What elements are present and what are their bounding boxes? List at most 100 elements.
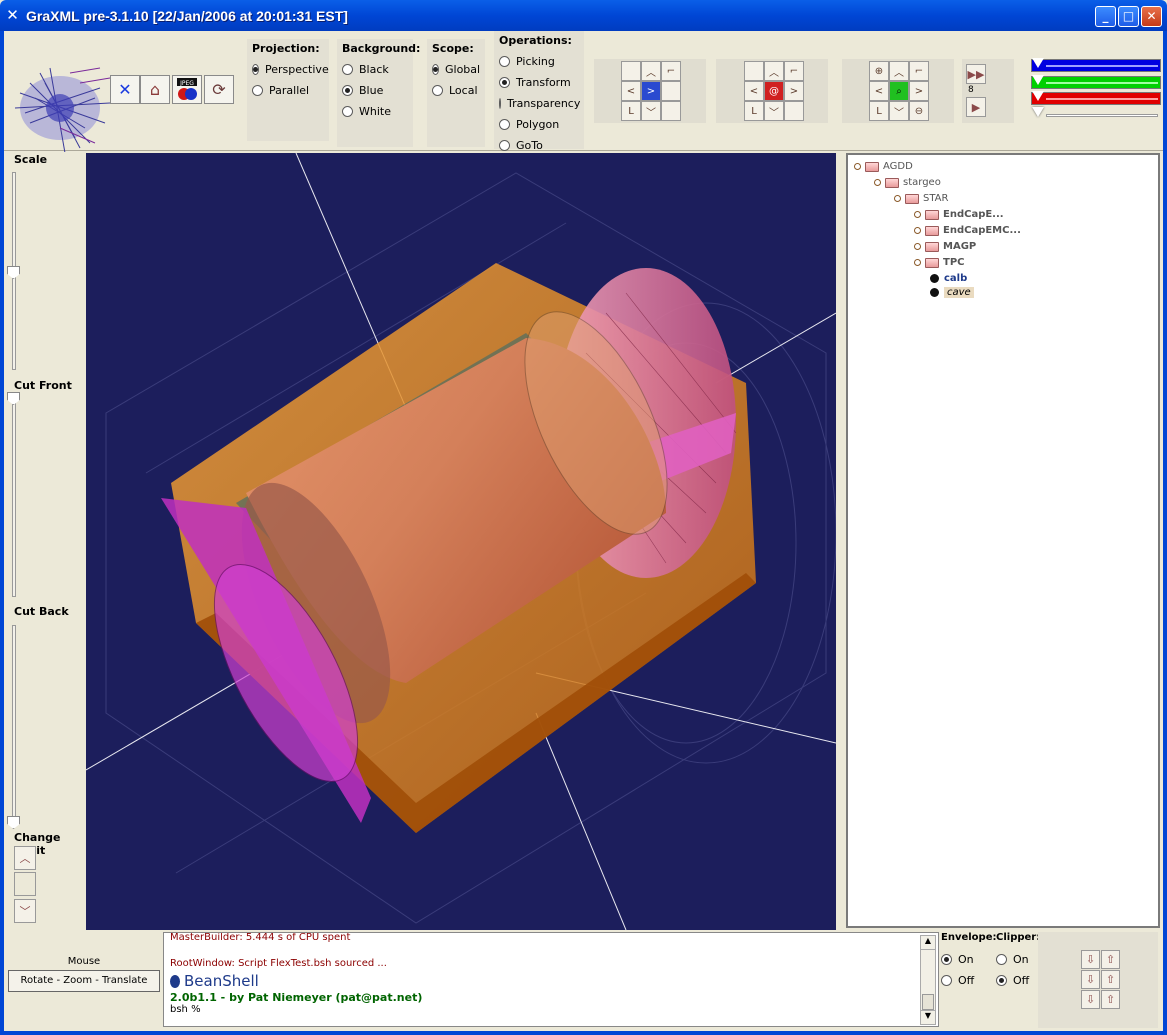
corner-icon[interactable]: ⌐ (661, 61, 681, 81)
expand-handle-icon[interactable] (854, 163, 861, 170)
scale-slider-thumb[interactable] (7, 266, 20, 279)
cut-front-slider-thumb[interactable] (7, 392, 20, 405)
tree-node-endcape[interactable]: EndCapE... (914, 209, 1004, 220)
radio-transparency[interactable]: Transparency (499, 93, 580, 114)
close-button[interactable]: ✕ (1141, 6, 1162, 27)
beanshell-console[interactable]: MasterBuilder: 5.444 s of CPU spent Root… (163, 932, 939, 1027)
import-button[interactable]: ⇧ (1101, 950, 1120, 969)
chevron-up-icon: ︿ (19, 852, 31, 865)
arrow-left-icon[interactable]: < (621, 81, 641, 101)
radio-picking[interactable]: Picking (499, 51, 579, 72)
corner-bl-icon[interactable]: L (744, 101, 764, 121)
home-button[interactable]: ⌂ (140, 75, 170, 104)
arrow-down-icon[interactable]: ﹀ (764, 101, 784, 121)
radio-envelope-off[interactable]: Off (941, 970, 997, 991)
radio-blue[interactable]: Blue (342, 80, 408, 101)
tree-node-star[interactable]: STAR (894, 193, 948, 204)
step-forward-button[interactable]: ▶ (966, 97, 986, 117)
mouse-mode-button[interactable]: Rotate - Zoom - Translate (8, 970, 160, 992)
arrow-down-icon[interactable]: ﹀ (641, 101, 661, 121)
tree-node-agdd[interactable]: AGDD (854, 161, 913, 172)
leaf-icon (930, 274, 939, 283)
radio-label: Off (958, 974, 975, 987)
expand-handle-icon[interactable] (914, 243, 921, 250)
radio-polygon[interactable]: Polygon (499, 114, 579, 135)
alpha-slider[interactable] (1031, 107, 1161, 121)
arrow-right-icon[interactable]: > (909, 81, 929, 101)
radio-local[interactable]: Local (432, 80, 480, 101)
console-scrollbar[interactable]: ▲ ▼ (920, 935, 936, 1025)
cut-front-slider[interactable] (12, 399, 16, 597)
cut-back-slider-thumb[interactable] (7, 816, 20, 829)
export-button[interactable]: ⇩ (1081, 970, 1100, 989)
arrow-right-icon[interactable]: > (784, 81, 804, 101)
tree-node-stargeo[interactable]: stargeo (874, 177, 941, 188)
corner-icon[interactable]: ⌐ (784, 61, 804, 81)
background-group: Background: Black Blue White (337, 39, 420, 147)
expand-handle-icon[interactable] (874, 179, 881, 186)
radio-label: Blue (359, 84, 384, 97)
green-slider[interactable] (1031, 75, 1161, 89)
radio-clipper-off[interactable]: Off (996, 970, 1040, 991)
arrow-up-icon[interactable]: ︿ (889, 61, 909, 81)
scroll-thumb[interactable] (922, 994, 934, 1010)
corner-bl-icon[interactable]: L (621, 101, 641, 121)
expand-handle-icon[interactable] (914, 227, 921, 234)
radio-global[interactable]: Global (432, 59, 480, 80)
corner-bl-icon[interactable]: L (869, 101, 889, 121)
export-button[interactable]: ⇩ (1081, 950, 1100, 969)
scroll-up-icon[interactable]: ▲ (921, 936, 935, 950)
tree-node-endcapemc[interactable]: EndCapEMC... (914, 225, 1021, 236)
arrow-up-icon[interactable]: ︿ (764, 61, 784, 81)
tree-node-cave[interactable]: cave (930, 287, 974, 298)
arrow-left-icon[interactable]: < (744, 81, 764, 101)
slider-thumb[interactable] (1032, 91, 1044, 101)
fast-forward-button[interactable]: ▶▶ (966, 64, 986, 84)
tree-node-calb[interactable]: calb (930, 273, 967, 284)
radio-white[interactable]: White (342, 101, 408, 122)
cut-front-label: Cut Front (14, 379, 72, 392)
expand-handle-icon[interactable] (894, 195, 901, 202)
radio-black[interactable]: Black (342, 59, 408, 80)
arrow-down-icon[interactable]: ﹀ (889, 101, 909, 121)
slider-thumb[interactable] (1032, 107, 1044, 117)
radio-parallel[interactable]: Parallel (252, 80, 324, 101)
arrow-up-icon[interactable]: ︿ (641, 61, 661, 81)
cut-back-slider[interactable] (12, 625, 16, 823)
jpeg-export-button[interactable]: JPEG (172, 75, 202, 104)
tree-node-tpc[interactable]: TPC (914, 257, 965, 268)
blue-slider[interactable] (1031, 58, 1161, 72)
zoom-in-icon[interactable]: ⊕ (869, 61, 889, 81)
expand-handle-icon[interactable] (914, 211, 921, 218)
slider-thumb[interactable] (1032, 58, 1044, 68)
limit-up-button[interactable]: ︿ (14, 846, 36, 870)
close-x-button[interactable]: ✕ (110, 75, 140, 104)
radio-perspective[interactable]: Perspective (252, 59, 329, 80)
corner-icon[interactable]: ⌐ (909, 61, 929, 81)
clipper-label: Clipper: (996, 932, 1041, 943)
radio-label: GoTo (516, 139, 543, 152)
rotate-center-icon[interactable]: @ (764, 81, 784, 101)
import-button[interactable]: ⇧ (1101, 990, 1120, 1009)
radio-transform[interactable]: Transform (499, 72, 579, 93)
jpeg-icon: JPEG (177, 77, 197, 100)
zoom-center-icon[interactable]: ⌕ (889, 81, 909, 101)
radio-clipper-on[interactable]: On (996, 949, 1040, 970)
minimize-button[interactable]: _ (1095, 6, 1116, 27)
operations-group: Operations: Picking Transform Transparen… (494, 31, 584, 152)
arrow-left-icon[interactable]: < (869, 81, 889, 101)
export-button[interactable]: ⇩ (1081, 990, 1100, 1009)
expand-handle-icon[interactable] (914, 259, 921, 266)
refresh-button[interactable]: ⟳ (204, 75, 234, 104)
radio-envelope-on[interactable]: On (941, 949, 997, 970)
import-button[interactable]: ⇧ (1101, 970, 1120, 989)
limit-down-button[interactable]: ﹀ (14, 899, 36, 923)
zoom-out-icon[interactable]: ⊖ (909, 101, 929, 121)
slider-thumb[interactable] (1032, 75, 1044, 85)
red-slider[interactable] (1031, 91, 1161, 105)
center-select-icon[interactable]: > (641, 81, 661, 101)
scroll-down-icon[interactable]: ▼ (921, 1010, 935, 1024)
tree-node-magp[interactable]: MAGP (914, 241, 976, 252)
maximize-button[interactable]: □ (1118, 6, 1139, 27)
3d-viewport[interactable] (86, 153, 836, 930)
